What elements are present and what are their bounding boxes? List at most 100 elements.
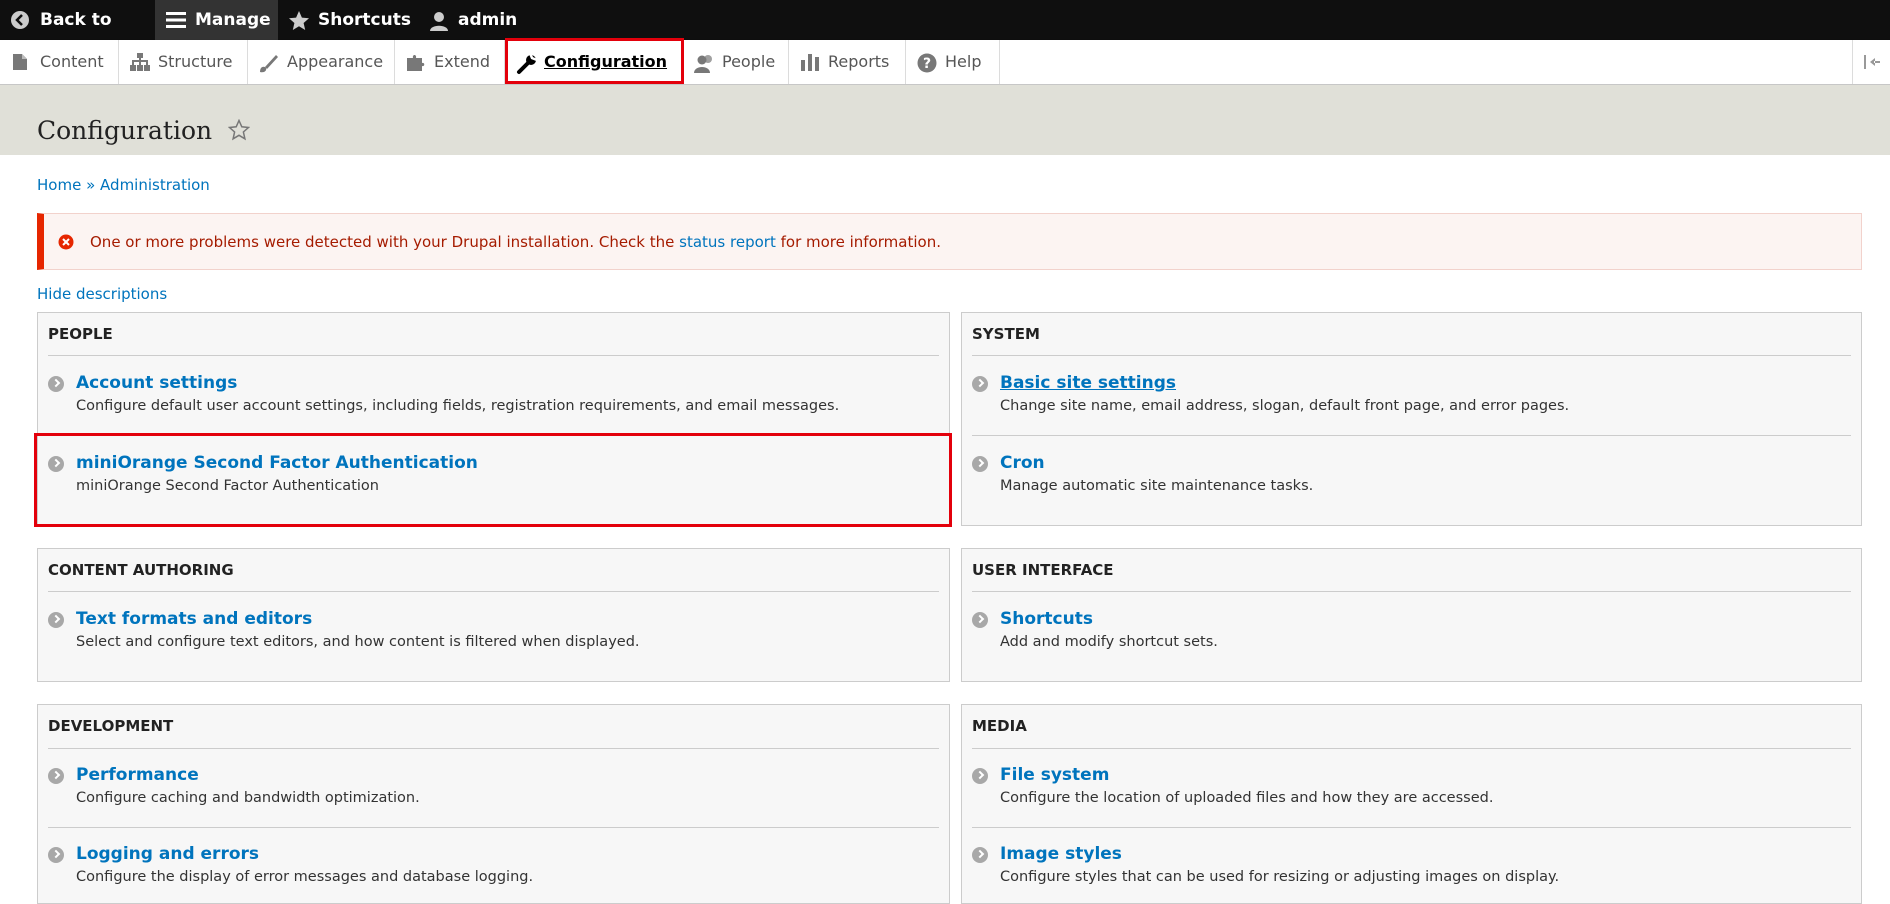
panel-title: SYSTEM bbox=[972, 325, 1040, 343]
manage-label: Manage bbox=[195, 10, 271, 30]
structure-icon bbox=[130, 53, 150, 71]
chevron-right-icon bbox=[972, 768, 988, 784]
panel-title: MEDIA bbox=[972, 717, 1027, 735]
svg-text:?: ? bbox=[923, 56, 931, 72]
item-description: Configure caching and bandwidth optimiza… bbox=[76, 790, 420, 806]
chevron-right-icon bbox=[972, 612, 988, 628]
tray-item-appearance[interactable]: Appearance bbox=[247, 40, 395, 84]
tray-label: Extend bbox=[434, 52, 490, 71]
panel-title: USER INTERFACE bbox=[972, 561, 1114, 579]
breadcrumb: Home » Administration bbox=[37, 176, 210, 194]
hide-descriptions-link[interactable]: Hide descriptions bbox=[37, 285, 167, 303]
bar-chart-icon bbox=[801, 54, 819, 71]
text-formats-link[interactable]: Text formats and editors bbox=[76, 609, 312, 629]
panel-development: DEVELOPMENT Performance Configure cachin… bbox=[37, 704, 950, 904]
tray-orientation-toggle[interactable] bbox=[1852, 40, 1890, 84]
divider bbox=[48, 355, 939, 356]
panel-title: DEVELOPMENT bbox=[48, 717, 174, 735]
manage-tab[interactable]: Manage bbox=[155, 0, 278, 40]
admin-menu-tray: Content Structure Appearance Extend Conf… bbox=[0, 40, 1890, 85]
shortcuts-tab[interactable]: Shortcuts bbox=[278, 0, 411, 40]
chevron-right-icon bbox=[972, 456, 988, 472]
document-icon bbox=[13, 54, 27, 70]
divider bbox=[972, 435, 1851, 436]
back-arrow-icon bbox=[11, 11, 29, 29]
breadcrumb-administration-link[interactable]: Administration bbox=[100, 176, 210, 194]
back-to-site-button[interactable]: Back to site bbox=[0, 0, 150, 70]
page-title: Configuration bbox=[37, 116, 251, 145]
panel-user-interface: USER INTERFACE Shortcuts Add and modify … bbox=[961, 548, 1862, 682]
item-description: Configure the display of error messages … bbox=[76, 869, 534, 885]
people-icon bbox=[694, 55, 712, 73]
user-tab[interactable]: admin bbox=[418, 0, 518, 40]
account-settings-link[interactable]: Account settings bbox=[76, 373, 237, 393]
breadcrumb-separator: » bbox=[86, 176, 96, 194]
admin-toolbar: Back to site Manage Shortcuts admin bbox=[0, 0, 1890, 70]
user-icon bbox=[430, 12, 448, 31]
item-description: Configure the location of uploaded files… bbox=[1000, 790, 1494, 806]
item-description: Add and modify shortcut sets. bbox=[1000, 634, 1218, 650]
item-description: Configure styles that can be used for re… bbox=[1000, 869, 1560, 885]
page-header bbox=[0, 85, 1890, 155]
tray-item-people[interactable]: People bbox=[682, 40, 789, 84]
error-text-before: One or more problems were detected with … bbox=[90, 233, 680, 251]
divider bbox=[48, 591, 939, 592]
panel-title: PEOPLE bbox=[48, 325, 113, 343]
tray-label: Appearance bbox=[287, 52, 384, 71]
divider bbox=[972, 355, 1851, 356]
divider bbox=[48, 827, 939, 828]
chevron-right-icon bbox=[972, 376, 988, 392]
divider bbox=[48, 748, 939, 749]
error-icon bbox=[58, 234, 74, 250]
file-system-link[interactable]: File system bbox=[1000, 765, 1109, 785]
error-message: One or more problems were detected with … bbox=[37, 213, 1862, 270]
chevron-right-icon bbox=[48, 847, 64, 863]
shortcuts-link[interactable]: Shortcuts bbox=[1000, 609, 1093, 629]
item-description: Select and configure text editors, and h… bbox=[76, 634, 640, 650]
tray-item-structure[interactable]: Structure bbox=[118, 40, 248, 84]
tray-label: Content bbox=[40, 52, 104, 71]
item-description: Configure default user account settings,… bbox=[76, 398, 840, 414]
panel-content-authoring: CONTENT AUTHORING Text formats and edito… bbox=[37, 548, 950, 682]
image-styles-link[interactable]: Image styles bbox=[1000, 844, 1122, 864]
cron-link[interactable]: Cron bbox=[1000, 453, 1045, 473]
divider bbox=[972, 591, 1851, 592]
divider bbox=[972, 827, 1851, 828]
page-title-text: Configuration bbox=[37, 116, 213, 145]
chevron-right-icon bbox=[48, 768, 64, 784]
tray-label: Structure bbox=[158, 52, 233, 71]
item-description: Manage automatic site maintenance tasks. bbox=[1000, 478, 1314, 494]
chevron-right-icon bbox=[972, 847, 988, 863]
puzzle-icon bbox=[407, 55, 425, 71]
star-outline-icon[interactable] bbox=[227, 118, 251, 141]
paintbrush-icon bbox=[260, 55, 278, 73]
error-text-after: for more information. bbox=[775, 233, 941, 251]
status-report-link[interactable]: status report bbox=[679, 233, 776, 251]
tray-label: Help bbox=[945, 52, 982, 71]
basic-site-settings-link[interactable]: Basic site settings bbox=[1000, 373, 1176, 393]
tray-item-reports[interactable]: Reports bbox=[788, 40, 906, 84]
panel-system: SYSTEM Basic site settings Change site n… bbox=[961, 312, 1862, 526]
shortcuts-label: Shortcuts bbox=[318, 10, 411, 30]
logging-errors-link[interactable]: Logging and errors bbox=[76, 844, 259, 864]
hamburger-icon bbox=[166, 12, 186, 28]
panel-title: CONTENT AUTHORING bbox=[48, 561, 234, 579]
tray-item-help[interactable]: ? Help bbox=[905, 40, 1000, 84]
tray-label: People bbox=[722, 52, 776, 71]
tray-label: Reports bbox=[828, 52, 890, 71]
performance-link[interactable]: Performance bbox=[76, 765, 199, 785]
chevron-right-icon bbox=[48, 376, 64, 392]
divider bbox=[972, 748, 1851, 749]
help-icon: ? bbox=[917, 53, 937, 73]
miniorange-highlight-box bbox=[34, 433, 952, 527]
user-label: admin bbox=[458, 10, 518, 30]
breadcrumb-home-link[interactable]: Home bbox=[37, 176, 81, 194]
chevron-right-icon bbox=[48, 612, 64, 628]
panel-media: MEDIA File system Configure the location… bbox=[961, 704, 1862, 904]
star-icon bbox=[289, 11, 309, 30]
tray-item-content[interactable]: Content bbox=[0, 40, 119, 84]
tray-item-extend[interactable]: Extend bbox=[394, 40, 505, 84]
error-message-text: One or more problems were detected with … bbox=[90, 233, 941, 251]
item-description: Change site name, email address, slogan,… bbox=[1000, 398, 1570, 414]
collapse-arrow-icon bbox=[1864, 55, 1880, 69]
